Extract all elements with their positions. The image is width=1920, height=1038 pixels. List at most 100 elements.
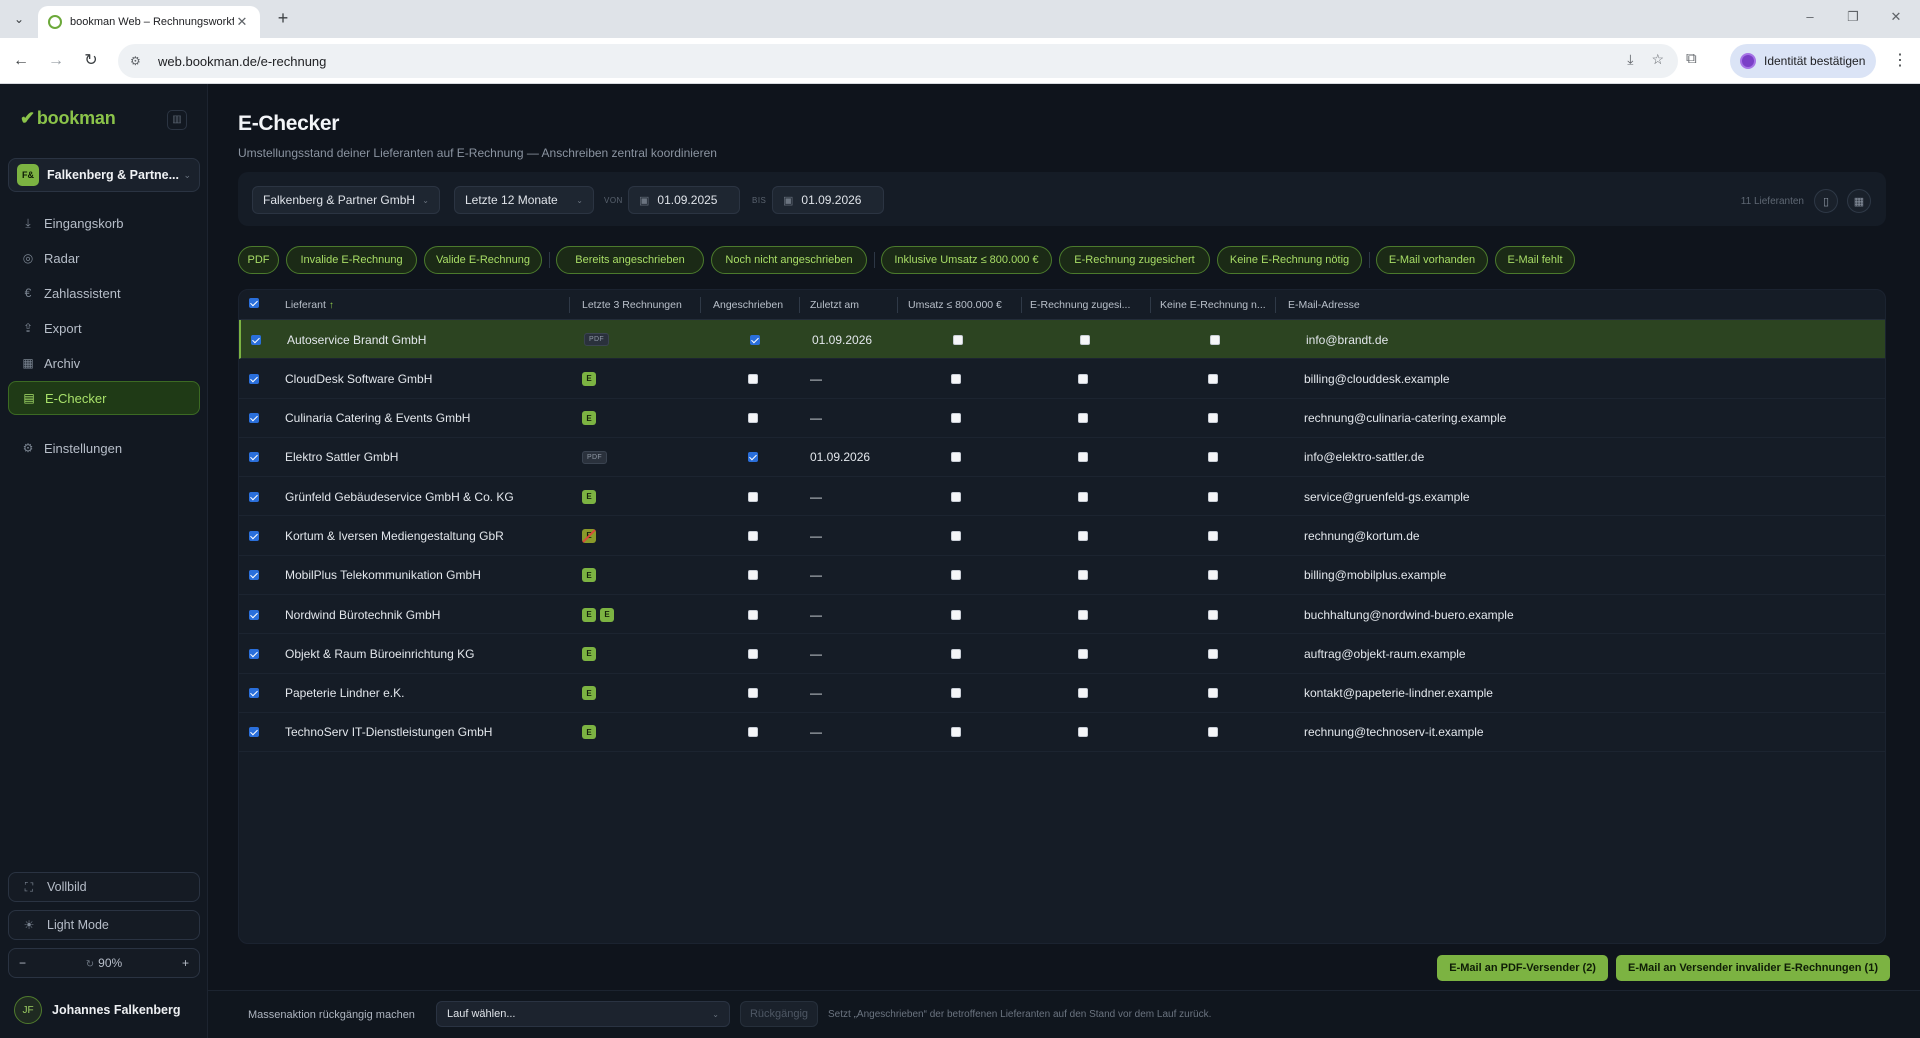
close-tab-icon[interactable]: ✕ (234, 14, 250, 30)
restore-icon[interactable]: ❐ (1843, 9, 1863, 25)
row-select-checkbox[interactable] (249, 491, 259, 502)
col-e-mail[interactable]: E-Mail-Adresse (1288, 290, 1438, 320)
table-row[interactable]: Autoservice Brandt GmbH PDF 01.09.2026 info… (239, 320, 1885, 360)
address-bar[interactable]: ⚙ web.bookman.de/e-rechnung ⤓ ☆ (118, 44, 1678, 78)
table-row[interactable]: Culinaria Catering & Events GmbH E — rechnu… (239, 399, 1885, 438)
company-switcher[interactable]: F& Falkenberg & Partne... ⌄ (8, 158, 200, 192)
reload-icon[interactable]: ↻ (80, 50, 102, 72)
umsatz-checkbox[interactable] (951, 570, 961, 581)
col-zuletzt-am[interactable]: Zuletzt am (810, 290, 890, 320)
email-pdf-senders-button[interactable]: E-Mail an PDF-Versender (2) (1437, 955, 1608, 981)
column-divider[interactable] (700, 297, 701, 313)
column-divider[interactable] (1021, 297, 1022, 313)
col-umsatz[interactable]: Umsatz ≤ 800.000 € (908, 290, 1020, 320)
keine-e-rechnung-checkbox[interactable] (1208, 413, 1218, 424)
keine-e-rechnung-checkbox[interactable] (1208, 570, 1218, 581)
angeschrieben-checkbox[interactable] (748, 452, 758, 463)
table-row[interactable]: Papeterie Lindner e.K. E — kontakt@papeteri… (239, 674, 1885, 713)
umsatz-checkbox[interactable] (951, 373, 961, 384)
back-icon[interactable]: ← (10, 50, 32, 72)
email-invalid-senders-button[interactable]: E-Mail an Versender invalider E-Rechnung… (1615, 955, 1890, 981)
user-profile[interactable]: JF Johannes Falkenberg (14, 996, 181, 1024)
col-angeschrieben[interactable]: Angeschrieben (713, 290, 803, 320)
tab-search-icon[interactable]: ⌄ (8, 8, 30, 30)
table-row[interactable]: Elektro Sattler GmbH PDF 01.09.2026 info@el… (239, 438, 1885, 478)
new-tab-icon[interactable]: + (272, 8, 294, 30)
umsatz-checkbox[interactable] (951, 452, 961, 463)
col-lieferant[interactable]: Lieferant ↑ (285, 290, 555, 320)
angeschrieben-checkbox[interactable] (748, 373, 758, 384)
site-settings-icon[interactable]: ⚙ (130, 54, 146, 68)
clipboard-icon[interactable]: ▯ (1814, 189, 1838, 213)
identity-button[interactable]: Identität bestätigen (1730, 44, 1876, 78)
umsatz-checkbox[interactable] (951, 688, 961, 699)
row-select-checkbox[interactable] (249, 570, 259, 581)
zugesichert-checkbox[interactable] (1078, 491, 1088, 502)
col-keine-e-rechnung[interactable]: Keine E-Rechnung n... (1160, 290, 1270, 320)
table-row[interactable]: Grünfeld Gebäudeservice GmbH & Co. KG E — s… (239, 477, 1885, 517)
chip-invalide-e-rechnung[interactable]: Invalide E-Rechnung (286, 246, 417, 274)
zugesichert-checkbox[interactable] (1078, 688, 1088, 699)
sidebar-item-eingangskorb[interactable]: ⤓ Eingangskorb (8, 206, 200, 240)
keine-e-rechnung-checkbox[interactable] (1208, 530, 1218, 541)
forward-icon[interactable]: → (45, 50, 67, 72)
col-e-rechnung-zugesichert[interactable]: E-Rechnung zugesi... (1030, 290, 1140, 320)
table-row[interactable]: CloudDesk Software GmbH E — billing@cloudde… (239, 359, 1885, 399)
minimize-icon[interactable]: – (1800, 9, 1820, 24)
umsatz-checkbox[interactable] (951, 609, 961, 620)
chip-umsatz-grenze[interactable]: Inklusive Umsatz ≤ 800.000 € (881, 246, 1052, 274)
chip-noch-nicht-angeschrieben[interactable]: Noch nicht angeschrieben (711, 246, 867, 274)
zugesichert-checkbox[interactable] (1078, 413, 1088, 424)
umsatz-checkbox[interactable] (951, 413, 961, 424)
zugesichert-checkbox[interactable] (1078, 609, 1088, 620)
undo-button[interactable]: Rückgängig (740, 1001, 818, 1027)
keine-e-rechnung-checkbox[interactable] (1208, 373, 1218, 384)
sidebar-item-radar[interactable]: ◎ Radar (8, 241, 200, 275)
browser-menu-icon[interactable]: ⋮ (1892, 50, 1908, 70)
table-row[interactable]: TechnoServ IT-Dienstleistungen GmbH E — rec… (239, 713, 1885, 753)
chip-e-mail-vorhanden[interactable]: E-Mail vorhanden (1376, 246, 1488, 274)
umsatz-checkbox[interactable] (951, 491, 961, 502)
row-select-checkbox[interactable] (249, 452, 259, 463)
sidebar-item-archiv[interactable]: ▦ Archiv (8, 346, 200, 380)
umsatz-checkbox[interactable] (951, 530, 961, 541)
row-select-checkbox[interactable] (249, 413, 259, 424)
angeschrieben-checkbox[interactable] (748, 727, 758, 738)
sidebar-item-zahlassistent[interactable]: € Zahlassistent (8, 276, 200, 310)
zoom-level[interactable]: ↻ 90% (86, 956, 122, 970)
date-from-input[interactable]: ▣ 01.09.2025 (628, 186, 740, 214)
row-select-checkbox[interactable] (249, 648, 259, 659)
table-row[interactable]: Objekt & Raum Büroeinrichtung KG E — auftra… (239, 634, 1885, 674)
keine-e-rechnung-checkbox[interactable] (1208, 648, 1218, 659)
collapse-sidebar-icon[interactable]: ▥ (167, 110, 187, 130)
zugesichert-checkbox[interactable] (1078, 452, 1088, 463)
sidebar-item-e-checker[interactable]: ▤ E-Checker (8, 381, 200, 415)
row-select-checkbox[interactable] (251, 334, 261, 345)
angeschrieben-checkbox[interactable] (750, 334, 760, 345)
row-select-checkbox[interactable] (249, 373, 259, 384)
angeschrieben-checkbox[interactable] (748, 570, 758, 581)
keine-e-rechnung-checkbox[interactable] (1208, 609, 1218, 620)
date-to-input[interactable]: ▣ 01.09.2026 (772, 186, 884, 214)
table-row[interactable]: MobilPlus Telekommunikation GmbH E — billin… (239, 556, 1885, 596)
fullscreen-button[interactable]: ⛶ Vollbild (8, 872, 200, 902)
angeschrieben-checkbox[interactable] (748, 413, 758, 424)
logo[interactable]: ✔ bookman (20, 108, 116, 129)
company-filter-select[interactable]: Falkenberg & Partner GmbH ⌄ (252, 186, 440, 214)
chip-e-rechnung-zugesichert[interactable]: E-Rechnung zugesichert (1059, 246, 1210, 274)
keine-e-rechnung-checkbox[interactable] (1210, 334, 1220, 345)
row-select-checkbox[interactable] (249, 727, 259, 738)
columns-icon[interactable]: ▦ (1847, 189, 1871, 213)
zugesichert-checkbox[interactable] (1080, 334, 1090, 345)
close-window-icon[interactable]: ✕ (1886, 9, 1906, 25)
column-divider[interactable] (799, 297, 800, 313)
zugesichert-checkbox[interactable] (1078, 648, 1088, 659)
bookmark-star-icon[interactable]: ☆ (1651, 51, 1664, 68)
angeschrieben-checkbox[interactable] (748, 609, 758, 620)
zugesichert-checkbox[interactable] (1078, 373, 1088, 384)
chip-valide-e-rechnung[interactable]: Valide E-Rechnung (424, 246, 542, 274)
zugesichert-checkbox[interactable] (1078, 570, 1088, 581)
chip-keine-e-rechnung-noetig[interactable]: Keine E-Rechnung nötig (1217, 246, 1362, 274)
col-letzte-rechnungen[interactable]: Letzte 3 Rechnungen (582, 290, 702, 320)
keine-e-rechnung-checkbox[interactable] (1208, 491, 1218, 502)
